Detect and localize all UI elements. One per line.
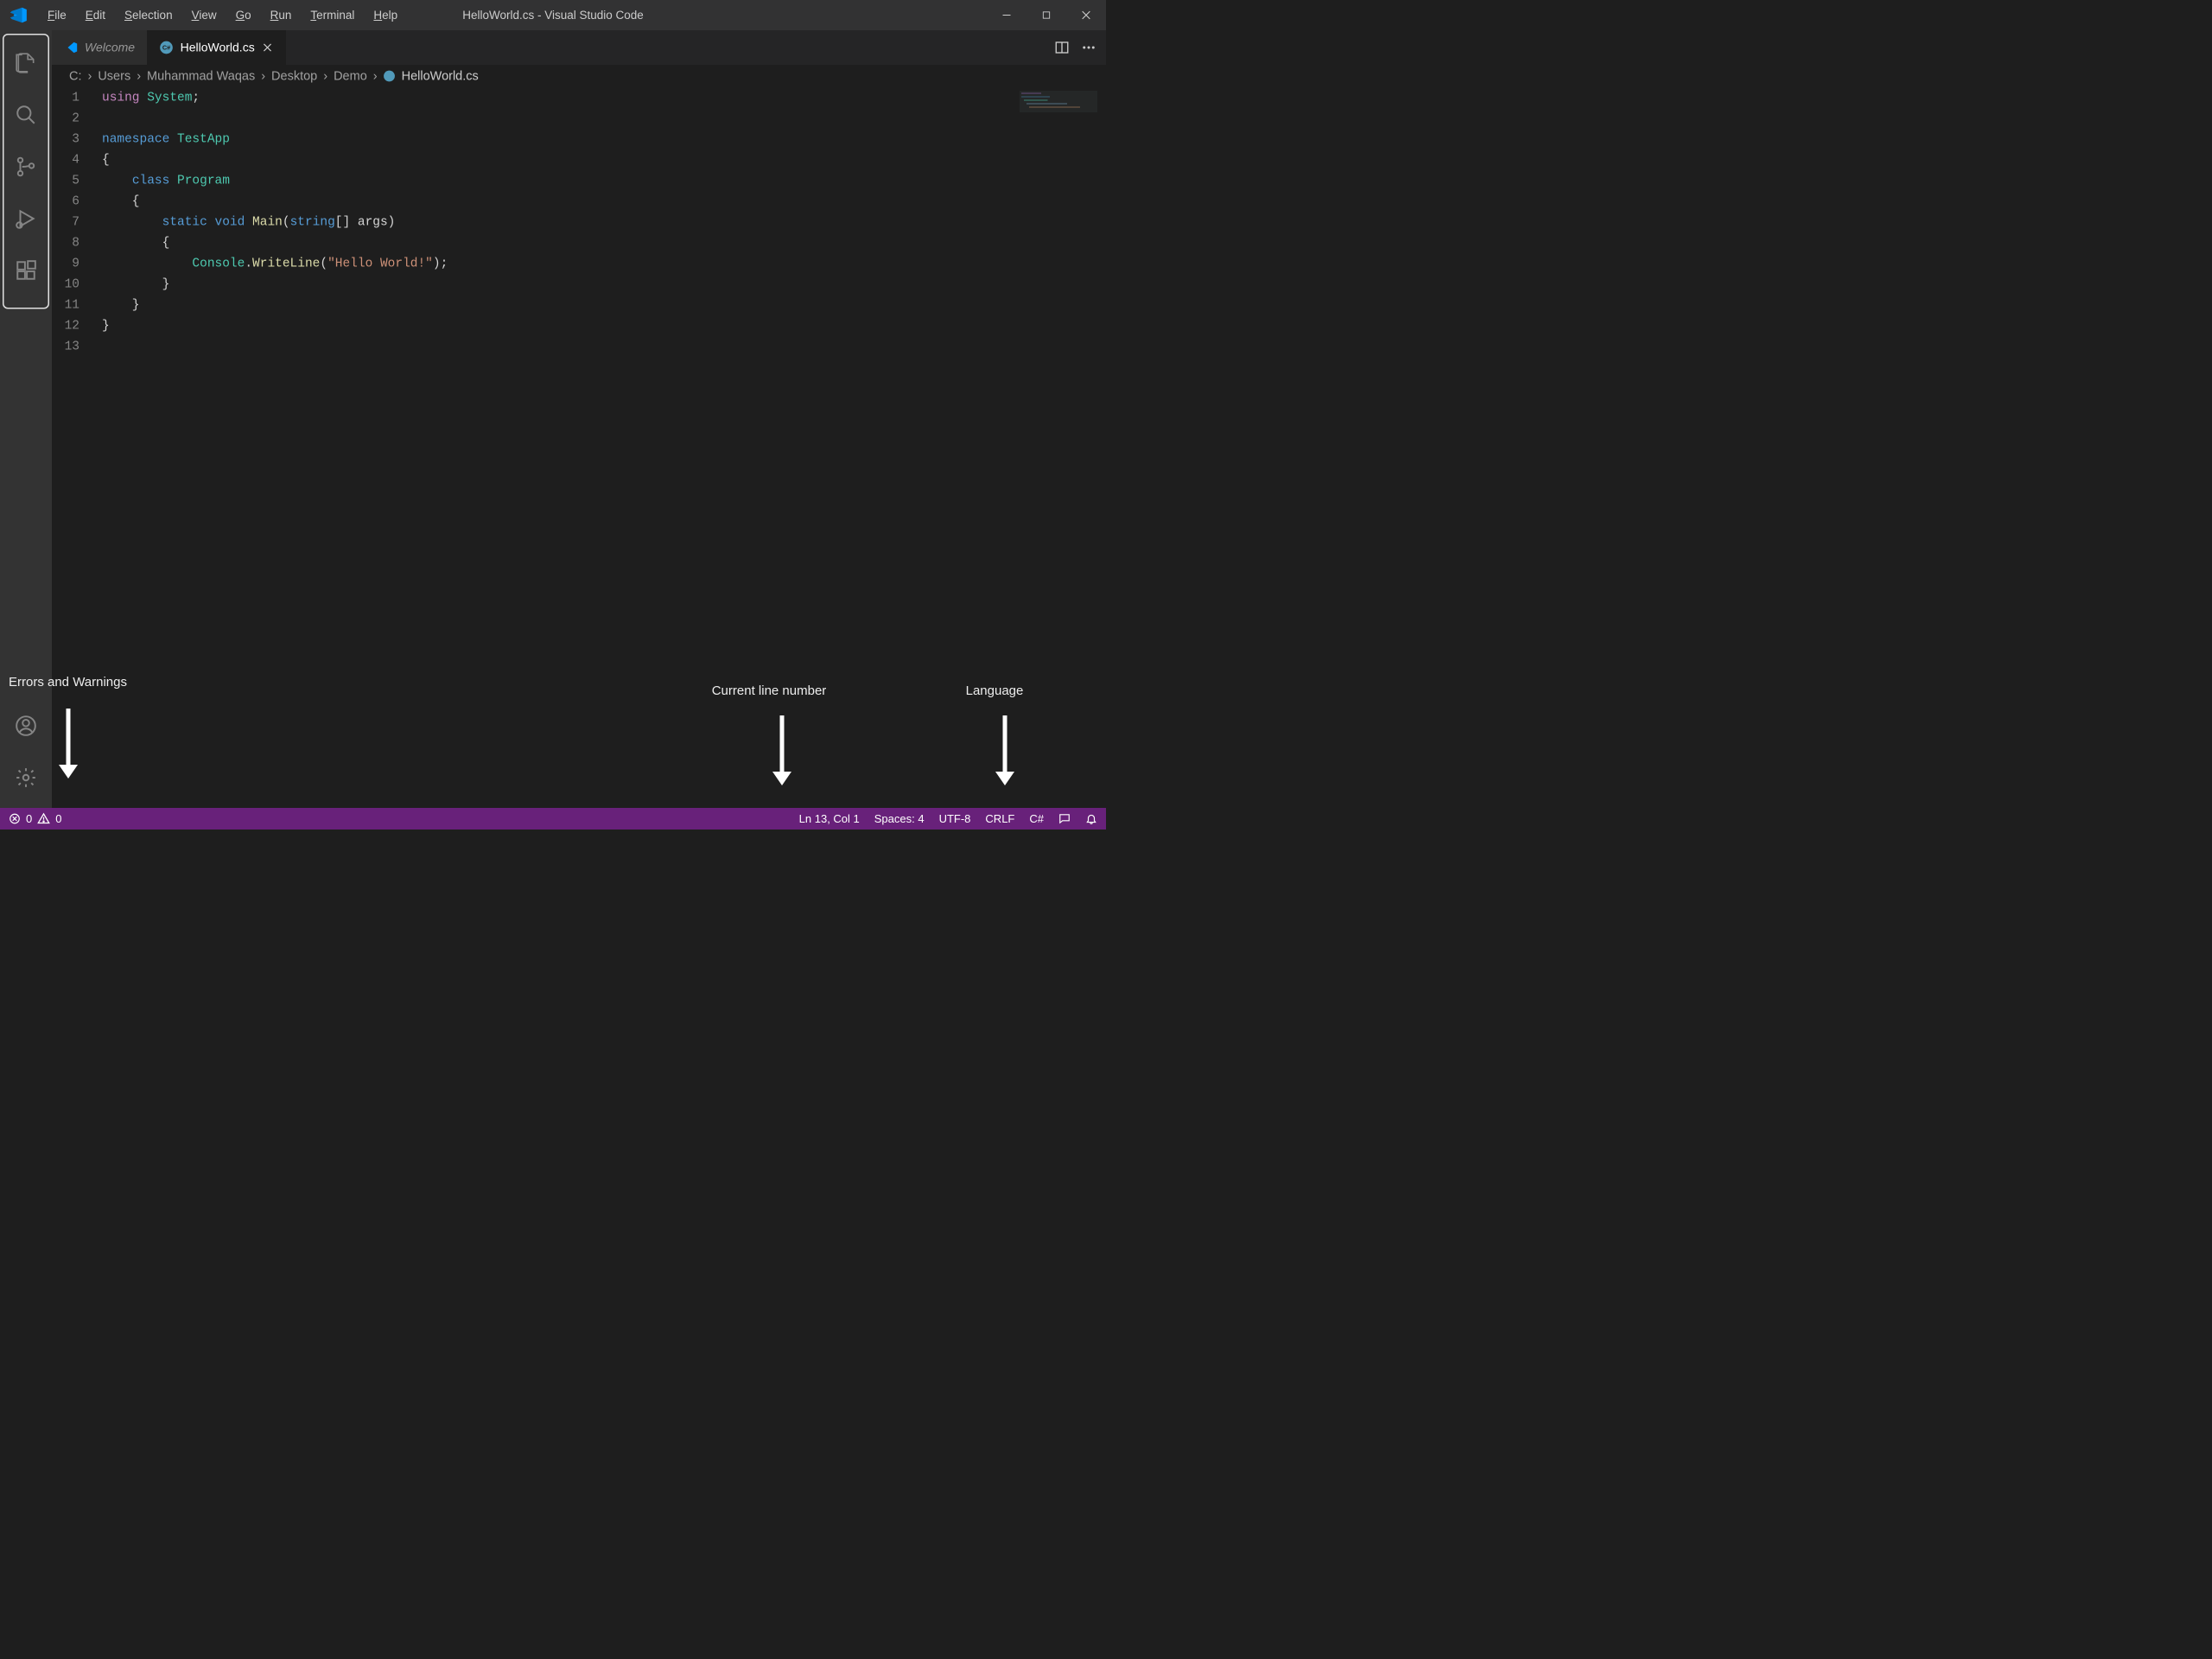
breadcrumb-item[interactable]: Demo: [334, 69, 367, 84]
accounts-icon[interactable]: [0, 700, 52, 752]
minimap[interactable]: [1020, 91, 1097, 130]
annotation-lang: Language: [964, 683, 1025, 698]
line-number: 8: [52, 232, 102, 253]
settings-gear-icon[interactable]: [0, 752, 52, 804]
tab-welcome[interactable]: Welcome: [52, 30, 148, 65]
title-bar: FFileile Edit Selection View Go Run Term…: [0, 0, 1106, 30]
chevron-right-icon: ›: [323, 69, 327, 84]
cursor-position[interactable]: Ln 13, Col 1: [799, 812, 860, 826]
window-controls: [987, 0, 1106, 30]
indentation[interactable]: Spaces: 4: [874, 812, 925, 826]
menu-selection[interactable]: Selection: [116, 5, 181, 26]
chevron-right-icon: ›: [137, 69, 141, 84]
error-count-icon[interactable]: [9, 813, 21, 825]
menu-bar: FFileile Edit Selection View Go Run Term…: [39, 5, 406, 26]
chevron-right-icon: ›: [373, 69, 378, 84]
line-number: 3: [52, 129, 102, 149]
run-debug-icon[interactable]: [0, 193, 52, 245]
menu-run[interactable]: Run: [262, 5, 301, 26]
menu-terminal[interactable]: Terminal: [302, 5, 363, 26]
annotation-errors: Errors and Warnings: [9, 675, 127, 690]
feedback-icon[interactable]: [1058, 813, 1071, 825]
line-number: 11: [52, 295, 102, 315]
line-number: 1: [52, 87, 102, 108]
breadcrumb-item[interactable]: Muhammad Waqas: [147, 69, 255, 84]
activity-bottom: [0, 700, 52, 804]
editor-actions: [1054, 30, 1106, 65]
breadcrumb-item[interactable]: Desktop: [271, 69, 317, 84]
tab-label: HelloWorld.cs: [181, 41, 255, 54]
close-button[interactable]: [1066, 0, 1106, 30]
split-editor-icon[interactable]: [1054, 40, 1070, 55]
line-number: 10: [52, 274, 102, 295]
line-number: 13: [52, 336, 102, 357]
encoding[interactable]: UTF-8: [939, 812, 971, 826]
tab-label: Welcome: [85, 41, 135, 54]
extensions-icon[interactable]: [0, 245, 52, 296]
tabs-bar: Welcome C# HelloWorld.cs: [52, 30, 1106, 65]
source-control-icon[interactable]: [0, 141, 52, 193]
csharp-file-icon: C#: [160, 41, 174, 54]
vscode-logo-icon: [8, 5, 28, 25]
chevron-right-icon: ›: [88, 69, 92, 84]
more-actions-icon[interactable]: [1081, 40, 1096, 55]
line-number: 4: [52, 149, 102, 170]
tab-helloworld[interactable]: C# HelloWorld.cs: [148, 30, 287, 65]
maximize-button[interactable]: [1027, 0, 1066, 30]
warning-count-icon[interactable]: [37, 812, 50, 825]
chevron-right-icon: ›: [261, 69, 265, 84]
activity-bar: [0, 30, 52, 808]
csharp-file-icon: [384, 70, 396, 82]
status-bar: 0 0 Ln 13, Col 1 Spaces: 4 UTF-8 CRLF C#: [0, 808, 1106, 830]
explorer-icon[interactable]: [0, 37, 52, 89]
breadcrumb-item[interactable]: C:: [69, 69, 82, 84]
window-title: HelloWorld.cs - Visual Studio Code: [462, 9, 644, 22]
line-number: 7: [52, 212, 102, 232]
close-tab-icon[interactable]: [262, 41, 274, 54]
line-number: 9: [52, 253, 102, 274]
svg-text:C#: C#: [162, 44, 170, 52]
search-icon[interactable]: [0, 89, 52, 141]
breadcrumb[interactable]: C: › Users › Muhammad Waqas › Desktop › …: [52, 65, 1106, 87]
vscode-file-icon: [64, 41, 78, 54]
language-mode[interactable]: C#: [1029, 812, 1044, 826]
menu-go[interactable]: Go: [227, 5, 260, 26]
eol[interactable]: CRLF: [985, 812, 1014, 826]
menu-edit[interactable]: Edit: [77, 5, 114, 26]
warning-count[interactable]: 0: [55, 812, 61, 826]
menu-view[interactable]: View: [183, 5, 226, 26]
menu-file[interactable]: FFileile: [39, 5, 75, 26]
breadcrumb-item[interactable]: Users: [98, 69, 130, 84]
error-count[interactable]: 0: [26, 812, 32, 826]
menu-help[interactable]: Help: [365, 5, 406, 26]
line-number: 12: [52, 315, 102, 336]
minimize-button[interactable]: [987, 0, 1027, 30]
line-number: 6: [52, 191, 102, 212]
notifications-bell-icon[interactable]: [1085, 813, 1097, 825]
code-editor[interactable]: 1using System; 2 3namespace TestApp 4{ 5…: [52, 87, 1106, 808]
line-number: 5: [52, 170, 102, 191]
line-number: 2: [52, 108, 102, 129]
annotation-line: Current line number: [704, 683, 834, 698]
breadcrumb-item[interactable]: HelloWorld.cs: [402, 69, 479, 84]
